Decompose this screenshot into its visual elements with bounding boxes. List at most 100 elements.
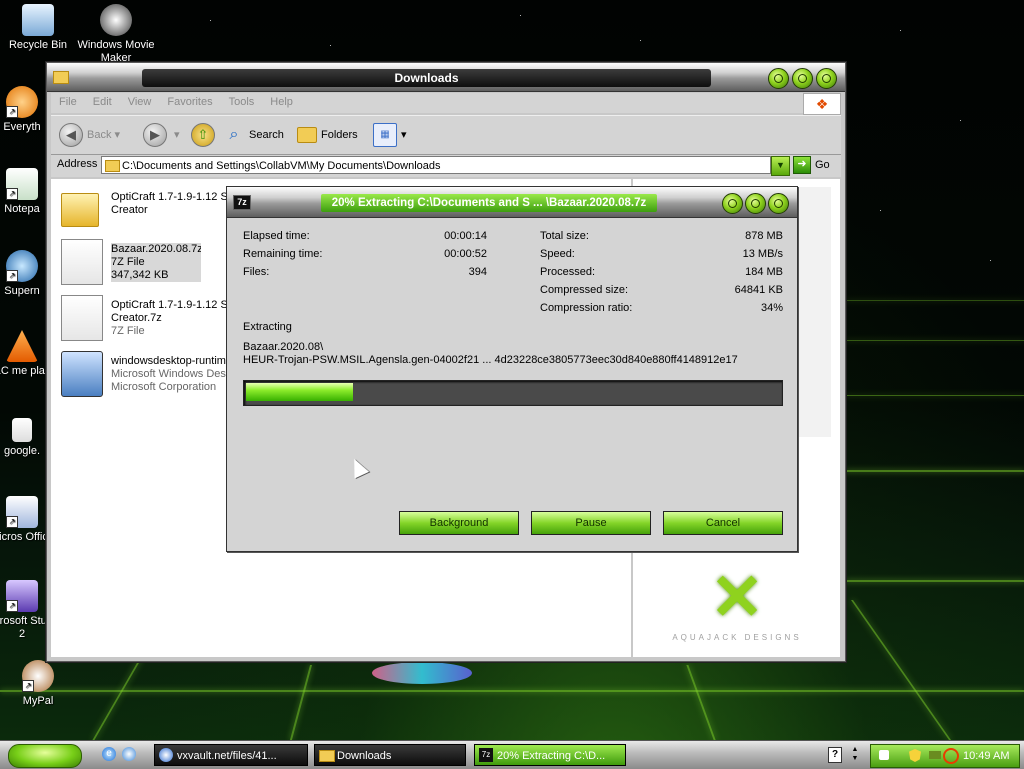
back-arrow-icon: ◀ [59, 123, 83, 148]
background-button[interactable]: Background [399, 511, 519, 535]
status-label: Extracting [243, 321, 292, 333]
minimize-button[interactable] [768, 68, 789, 89]
menu-file[interactable]: File [51, 93, 85, 111]
address-input[interactable]: C:\Documents and Settings\CollabVM\My Do… [101, 156, 771, 174]
tray-expand-arrows-icon[interactable]: ▲ ▼ [850, 745, 860, 763]
office-icon: ↗ [6, 496, 38, 528]
clock[interactable]: 10:49 AM [963, 745, 1009, 767]
extract-progress-dialog: 7z 20% Extracting C:\Documents and S ...… [226, 186, 798, 552]
fish-decoration [372, 662, 472, 684]
search-icon: ⌕ [229, 126, 239, 144]
shortcut-arrow-icon: ↗ [6, 516, 18, 528]
pause-button[interactable]: Pause [531, 511, 651, 535]
grid-line [845, 395, 1024, 396]
grid-line [289, 665, 313, 740]
folder-icon [61, 193, 99, 227]
compressed-size-label: Compressed size: [540, 284, 629, 296]
compressed-size-value: 64841 KB [734, 284, 783, 296]
search-magnifier-icon: ↗ [6, 86, 38, 118]
go-arrow-icon: ➜ [793, 156, 811, 175]
notepad-icon: ↗ [6, 168, 38, 200]
security-shield-icon[interactable] [909, 749, 921, 762]
shortcut-arrow-icon: ↗ [22, 680, 34, 692]
address-dropdown-button[interactable]: ▼ [771, 156, 790, 176]
file-name: Bazaar.2020.08.7z [111, 243, 201, 255]
folders-button[interactable]: Folders [297, 122, 358, 148]
7z-app-icon: 7z [479, 748, 493, 762]
folder-icon [319, 750, 335, 762]
search-button[interactable]: ⌕ Search [223, 122, 284, 148]
back-button[interactable]: ◀ Back ▾ [59, 122, 120, 148]
task-label: vxvault.net/files/41... [177, 750, 277, 762]
address-value: C:\Documents and Settings\CollabVM\My Do… [122, 160, 441, 172]
cancel-button[interactable]: Cancel [663, 511, 783, 535]
star [640, 40, 641, 41]
forward-button[interactable]: ▶ ▾ [143, 122, 180, 148]
desktop-icon-mypal[interactable]: ↗ MyPal [0, 660, 78, 708]
progress-bar [243, 380, 783, 406]
elapsed-time-label: Elapsed time: [243, 230, 310, 242]
internet-explorer-icon[interactable]: e [102, 747, 116, 761]
dialog-titlebar[interactable]: 7z 20% Extracting C:\Documents and S ...… [227, 187, 797, 218]
task-label: Downloads [337, 750, 392, 762]
dialog-close-button[interactable] [768, 193, 789, 214]
file-size: 347,342 KB [111, 269, 169, 281]
archive-file-icon [61, 295, 103, 341]
shortcut-arrow-icon: ↗ [6, 600, 18, 612]
dialog-minimize-button[interactable] [722, 193, 743, 214]
grid-line [845, 580, 1024, 582]
up-folder-button[interactable]: ⇧ [191, 122, 219, 148]
archive-file-icon [61, 239, 103, 285]
folders-label: Folders [321, 129, 358, 141]
desktop-icon-movie-maker[interactable]: Windows Movie Maker [76, 4, 156, 65]
menu-view[interactable]: View [120, 93, 160, 111]
watermark-text: AQUAJACK DESIGNS [672, 633, 802, 642]
star [330, 45, 331, 46]
remaining-time-label: Remaining time: [243, 248, 323, 260]
search-tray-icon[interactable] [943, 748, 959, 764]
shortcut-arrow-icon: ↗ [6, 270, 18, 282]
menu-favorites[interactable]: Favorites [159, 93, 220, 111]
up-folder-icon: ⇧ [191, 123, 215, 148]
elapsed-time-value: 00:00:14 [444, 230, 487, 242]
forward-arrow-icon: ▶ [143, 123, 167, 148]
system-tray: 10:49 AM [870, 744, 1020, 768]
desktop-icon-label: Recycle Bin [8, 39, 68, 51]
compression-ratio-label: Compression ratio: [540, 302, 633, 314]
star [210, 20, 211, 21]
network-icon[interactable] [929, 751, 941, 759]
menu-edit[interactable]: Edit [85, 93, 120, 111]
task-downloads[interactable]: Downloads [314, 744, 466, 766]
menu-help[interactable]: Help [262, 93, 301, 111]
go-button[interactable]: ➜ Go [793, 156, 830, 175]
start-button[interactable] [8, 744, 82, 768]
tray-app-icon[interactable] [879, 750, 889, 760]
quicklaunch-browser-icon[interactable] [122, 747, 136, 761]
film-reel-icon [100, 4, 132, 36]
close-button[interactable] [816, 68, 837, 89]
installer-icon [61, 351, 103, 397]
desktop-icon-recycle-bin[interactable]: Recycle Bin [0, 4, 78, 52]
remaining-time-value: 00:00:52 [444, 248, 487, 260]
explorer-titlebar[interactable]: Downloads [47, 63, 845, 92]
total-size-value: 878 MB [745, 230, 783, 242]
toolbar: ◀ Back ▾ ▶ ▾ ⇧ ⌕ Search Folders ▦ ▾ [51, 115, 841, 155]
maximize-button[interactable] [792, 68, 813, 89]
address-bar: Address C:\Documents and Settings\Collab… [51, 155, 841, 177]
help-icon[interactable]: ? [828, 747, 842, 763]
task-7z-extracting[interactable]: 7z 20% Extracting C:\D... [474, 744, 626, 766]
views-grid-icon: ▦ [373, 123, 397, 148]
taskbar: e vxvault.net/files/41... Downloads 7z 2… [0, 740, 1024, 769]
dialog-maximize-button[interactable] [745, 193, 766, 214]
star [880, 210, 881, 211]
shortcut-arrow-icon: ↗ [6, 106, 18, 118]
star [960, 120, 961, 121]
grid-line [850, 600, 952, 740]
back-label: Back [87, 129, 112, 141]
views-button[interactable]: ▦ ▾ [373, 122, 407, 148]
task-vxvault[interactable]: vxvault.net/files/41... [154, 744, 308, 766]
menu-tools[interactable]: Tools [221, 93, 263, 111]
files-label: Files: [243, 266, 270, 278]
files-value: 394 [468, 266, 487, 278]
processed-value: 184 MB [745, 266, 783, 278]
